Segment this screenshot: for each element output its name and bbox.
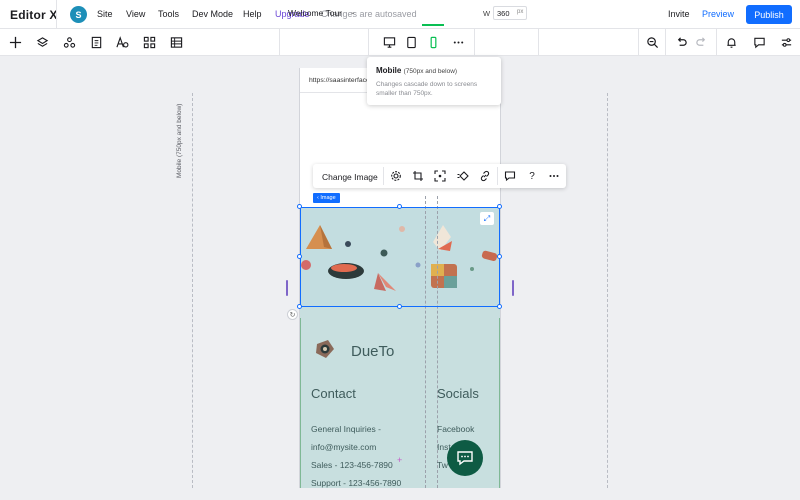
publish-button[interactable]: Publish <box>746 5 792 24</box>
tooltip-description: Changes cascade down to screens smaller … <box>376 81 478 97</box>
redo-icon[interactable] <box>694 35 708 49</box>
resize-handle-b[interactable] <box>397 304 402 309</box>
divider <box>474 29 475 56</box>
resize-handle-r[interactable] <box>497 254 502 259</box>
apps-grid-icon[interactable] <box>142 35 156 49</box>
menu-site[interactable]: Site <box>97 9 113 19</box>
link-icon[interactable] <box>478 169 492 183</box>
settings-sliders-icon[interactable] <box>779 35 793 49</box>
layers-icon[interactable] <box>35 35 49 49</box>
change-image-button[interactable]: Change Image <box>322 172 378 182</box>
divider <box>497 167 498 185</box>
canvas-guide-right <box>607 93 608 488</box>
resize-handle-t[interactable] <box>397 204 402 209</box>
add-section-icon[interactable]: + <box>397 455 402 465</box>
contact-heading[interactable]: Contact <box>311 386 356 401</box>
resize-handle-l[interactable] <box>297 254 302 259</box>
menu-dev-mode[interactable]: Dev Mode <box>192 9 233 19</box>
table-icon[interactable] <box>169 35 183 49</box>
menu-view[interactable]: View <box>126 9 145 19</box>
breakpoint-label-text: Mobile (750px and below) <box>176 103 183 178</box>
zoom-icon[interactable] <box>645 35 659 49</box>
contact-line[interactable]: Sales - 123-456-7890 <box>311 460 393 470</box>
resize-handle-tr[interactable] <box>497 204 502 209</box>
section-drag-handle-left[interactable] <box>286 280 288 296</box>
editor-logo: Editor X <box>10 8 58 22</box>
settings-icon[interactable] <box>389 169 403 183</box>
page-selector[interactable]: Welcome Tour <box>288 8 342 18</box>
width-label: W <box>483 9 491 18</box>
notifications-icon[interactable] <box>724 35 738 49</box>
invite-button[interactable]: Invite <box>668 9 690 19</box>
divider <box>368 29 369 56</box>
url-text: https://saasinterface <box>309 77 369 84</box>
expand-icon[interactable]: ⤢ <box>480 212 494 225</box>
resize-handle-br[interactable] <box>497 304 502 309</box>
divider <box>56 0 57 29</box>
tablet-icon[interactable] <box>404 35 418 49</box>
mobile-icon[interactable] <box>426 35 440 49</box>
chat-icon <box>457 451 473 466</box>
more-actions-icon[interactable] <box>547 169 561 183</box>
animation-icon[interactable] <box>456 169 470 183</box>
divider <box>538 29 539 56</box>
social-link[interactable]: Tw <box>437 460 448 470</box>
divider <box>279 29 280 56</box>
divider <box>665 29 666 56</box>
socials-heading[interactable]: Socials <box>437 386 479 401</box>
social-link[interactable]: Facebook <box>437 424 474 434</box>
width-unit: px <box>517 9 524 15</box>
crop-icon[interactable] <box>411 169 425 183</box>
contact-line[interactable]: info@mysite.com <box>311 442 376 452</box>
brand-logo[interactable] <box>314 338 336 360</box>
menu-tools[interactable]: Tools <box>158 9 179 19</box>
rotate-icon[interactable]: ↻ <box>287 309 298 320</box>
undo-icon[interactable] <box>674 35 688 49</box>
menu-help[interactable]: Help <box>243 9 262 19</box>
contact-line[interactable]: General Inquiries - <box>311 424 381 434</box>
element-type-tag[interactable]: ‹ Image <box>313 193 340 203</box>
active-breakpoint-indicator <box>422 24 444 26</box>
focal-point-icon[interactable] <box>433 169 447 183</box>
section-drag-handle-right[interactable] <box>512 280 514 296</box>
connections-icon[interactable] <box>62 35 76 49</box>
typography-icon[interactable] <box>115 35 129 49</box>
resize-handle-tl[interactable] <box>297 204 302 209</box>
preview-button[interactable]: Preview <box>702 9 734 19</box>
add-icon[interactable] <box>8 35 22 49</box>
help-icon[interactable]: ? <box>525 169 539 183</box>
avatar[interactable]: S <box>70 6 87 23</box>
comment-icon[interactable] <box>503 169 517 183</box>
canvas-guide-left <box>192 93 193 488</box>
chat-button[interactable] <box>447 440 483 476</box>
pages-icon[interactable] <box>89 35 103 49</box>
chevron-down-icon[interactable]: ⌄ <box>350 8 356 16</box>
more-icon[interactable] <box>451 35 465 49</box>
selection-frame <box>300 207 500 307</box>
brand-name[interactable]: DueTo <box>351 343 394 360</box>
breakpoint-label: Mobile (750px and below) <box>176 94 190 184</box>
tooltip-title: Mobile (750px and below) <box>376 66 458 75</box>
comments-icon[interactable] <box>752 35 766 49</box>
divider <box>716 29 717 56</box>
divider <box>383 167 384 185</box>
resize-handle-bl[interactable] <box>297 304 302 309</box>
contact-line[interactable]: Support - 123-456-7890 <box>311 478 401 488</box>
desktop-icon[interactable] <box>382 35 396 49</box>
divider <box>638 29 639 56</box>
